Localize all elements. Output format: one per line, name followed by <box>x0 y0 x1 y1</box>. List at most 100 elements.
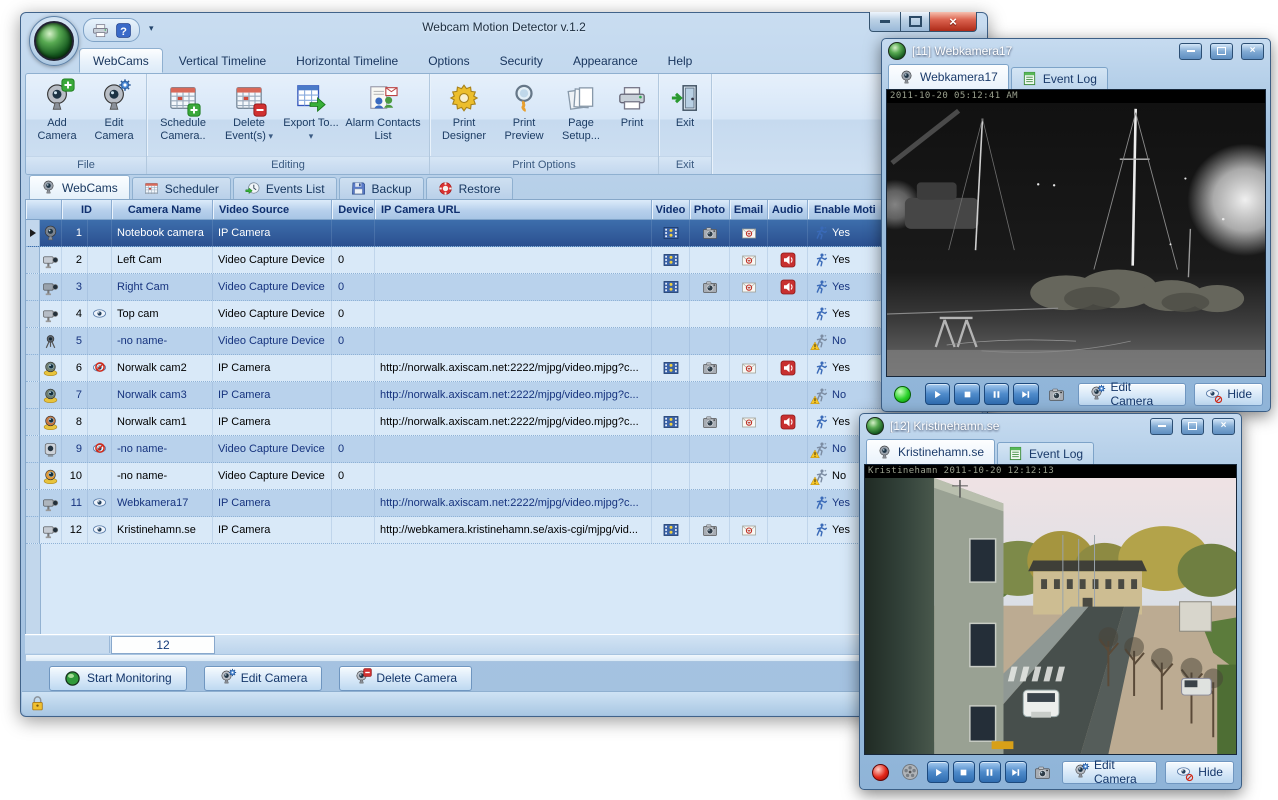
table-row[interactable]: 6 Norwalk cam2 IP Camera http://norwalk.… <box>26 355 982 382</box>
header-email[interactable]: Email <box>730 200 768 219</box>
qat-customize-chevron-icon[interactable]: ▾ <box>149 23 154 34</box>
table-row[interactable]: 9 -no name- Video Capture Device 0 No <box>26 436 982 463</box>
snapshot-button[interactable] <box>1031 761 1054 784</box>
tab-camera-view[interactable]: Kristinehamn.se <box>866 439 995 464</box>
add-camera-button[interactable]: Add Camera <box>29 76 85 156</box>
tab-webcams[interactable]: WebCams <box>29 175 130 199</box>
table-row[interactable]: 8 Norwalk cam1 IP Camera http://norwalk.… <box>26 409 982 436</box>
record-navigation-bar: 12 <box>25 634 983 654</box>
camera-type-icon <box>40 517 62 543</box>
table-row[interactable]: 11 Webkamera17 IP Camera http://norwalk.… <box>26 490 982 517</box>
minimize-button[interactable] <box>1150 418 1173 435</box>
tab-scheduler[interactable]: Scheduler <box>132 177 231 199</box>
header-camera-name[interactable]: Camera Name <box>112 200 213 219</box>
start-monitoring-button[interactable]: Start Monitoring <box>49 666 187 691</box>
tab-restore[interactable]: Restore <box>426 177 513 199</box>
cell-video-flag <box>652 220 690 246</box>
play-button[interactable] <box>925 383 950 405</box>
ribbon-tab-security[interactable]: Security <box>486 48 557 73</box>
next-frame-icon <box>1009 766 1022 779</box>
cell-id: 9 <box>62 436 88 462</box>
pause-button[interactable] <box>979 761 1001 783</box>
edit-camera-button[interactable]: Edit Camera <box>1062 761 1157 784</box>
delete-events-button[interactable]: Delete Event(s) <box>216 76 282 156</box>
alarm-contacts-list-button[interactable]: Alarm Contacts List <box>340 76 426 156</box>
schedule-camera-button[interactable]: Schedule Camera.. <box>150 76 216 156</box>
header-audio[interactable]: Audio <box>768 200 808 219</box>
header-id[interactable]: ID <box>62 200 112 219</box>
close-button[interactable]: × <box>930 12 977 32</box>
contacts-icon <box>368 83 398 113</box>
play-button[interactable] <box>927 761 949 783</box>
table-row[interactable]: 2 Left Cam Video Capture Device 0 Yes <box>26 247 982 274</box>
camera-type-icon <box>40 220 62 246</box>
minimize-button[interactable] <box>1179 43 1202 60</box>
stop-button[interactable] <box>954 383 979 405</box>
print-preview-label: Print Preview <box>495 117 553 142</box>
help-button[interactable] <box>113 21 133 39</box>
ribbon-tab-vertical-timeline[interactable]: Vertical Timeline <box>165 48 280 73</box>
table-row[interactable]: 3 Right Cam Video Capture Device 0 Yes <box>26 274 982 301</box>
minimize-button[interactable] <box>869 12 901 32</box>
hide-button[interactable]: Hide <box>1165 761 1234 784</box>
table-row[interactable]: 12 Kristinehamn.se IP Camera http://webk… <box>26 517 982 544</box>
delete-camera-button[interactable]: Delete Camera <box>339 666 472 691</box>
exit-button[interactable]: Exit <box>662 76 708 156</box>
table-row[interactable]: 5 -no name- Video Capture Device 0 No <box>26 328 982 355</box>
cell-ip-camera-url <box>375 436 652 462</box>
title-bar[interactable]: [12] Kristinehamn.se × <box>864 414 1237 438</box>
ribbon-tab-options[interactable]: Options <box>414 48 483 73</box>
ribbon-tab-horizontal-timeline[interactable]: Horizontal Timeline <box>282 48 412 73</box>
title-bar[interactable]: Webcam Motion Detector v.1.2 ▾ × <box>21 13 987 43</box>
table-row[interactable]: 4 Top cam Video Capture Device 0 Yes <box>26 301 982 328</box>
cell-video-source: IP Camera <box>213 382 332 408</box>
title-bar[interactable]: [11] Webkamera17 × <box>886 39 1266 63</box>
horizontal-scrollbar[interactable] <box>25 654 983 662</box>
video-timestamp-overlay: Kristinehamn 2011-10-20 12:12:13 <box>865 465 1236 478</box>
header-device[interactable]: Device <box>332 200 375 219</box>
header-photo[interactable]: Photo <box>690 200 730 219</box>
maximize-button[interactable] <box>901 12 930 32</box>
film-icon <box>663 360 679 376</box>
snapshot-button[interactable] <box>1043 383 1070 406</box>
cell-camera-name: Norwalk cam1 <box>112 409 213 435</box>
tab-event-log[interactable]: Event Log <box>997 442 1094 464</box>
hide-button[interactable]: Hide <box>1194 383 1263 406</box>
cell-preview <box>88 301 112 327</box>
camera-window-tabs: Webkamera17 Event Log <box>886 63 1266 89</box>
header-ip-camera-url[interactable]: IP Camera URL <box>375 200 652 219</box>
ribbon-tab-help[interactable]: Help <box>654 48 707 73</box>
ribbon-tab-webcams[interactable]: WebCams <box>79 48 163 73</box>
pause-button[interactable] <box>984 383 1009 405</box>
table-row[interactable]: 7 Norwalk cam3 IP Camera http://norwalk.… <box>26 382 982 409</box>
close-button[interactable]: × <box>1241 43 1264 60</box>
tab-event-log[interactable]: Event Log <box>1011 67 1108 89</box>
lock-icon[interactable] <box>29 695 46 712</box>
tab-events-list[interactable]: Events List <box>233 177 337 199</box>
print-designer-button[interactable]: Print Designer <box>433 76 495 156</box>
tab-camera-view[interactable]: Webkamera17 <box>888 64 1009 89</box>
maximize-button[interactable] <box>1210 43 1233 60</box>
edit-camera-button[interactable]: Edit Camera <box>1078 383 1186 406</box>
ribbon-tab-appearance[interactable]: Appearance <box>559 48 652 73</box>
photo-camera-icon <box>702 279 718 295</box>
print-preview-button[interactable]: Print Preview <box>495 76 553 156</box>
close-button[interactable]: × <box>1212 418 1235 435</box>
print-button[interactable]: Print <box>609 76 655 156</box>
next-frame-button[interactable] <box>1005 761 1027 783</box>
next-frame-button[interactable] <box>1013 383 1038 405</box>
page-setup-button[interactable]: Page Setup... <box>553 76 609 156</box>
quick-print-button[interactable] <box>90 21 110 39</box>
table-row[interactable]: 10 -no name- Video Capture Device 0 No <box>26 463 982 490</box>
table-row[interactable]: 1 Notebook camera IP Camera Yes <box>26 220 982 247</box>
stop-button[interactable] <box>953 761 975 783</box>
cell-photo-flag <box>690 436 730 462</box>
app-menu-button[interactable] <box>29 16 79 66</box>
tab-backup[interactable]: Backup <box>339 177 424 199</box>
header-video[interactable]: Video <box>652 200 690 219</box>
maximize-button[interactable] <box>1181 418 1204 435</box>
edit-camera-button[interactable]: Edit Camera <box>85 76 143 156</box>
edit-camera-button[interactable]: Edit Camera <box>204 666 323 691</box>
export-to-button[interactable]: Export To... <box>282 76 340 156</box>
header-video-source[interactable]: Video Source <box>213 200 332 219</box>
